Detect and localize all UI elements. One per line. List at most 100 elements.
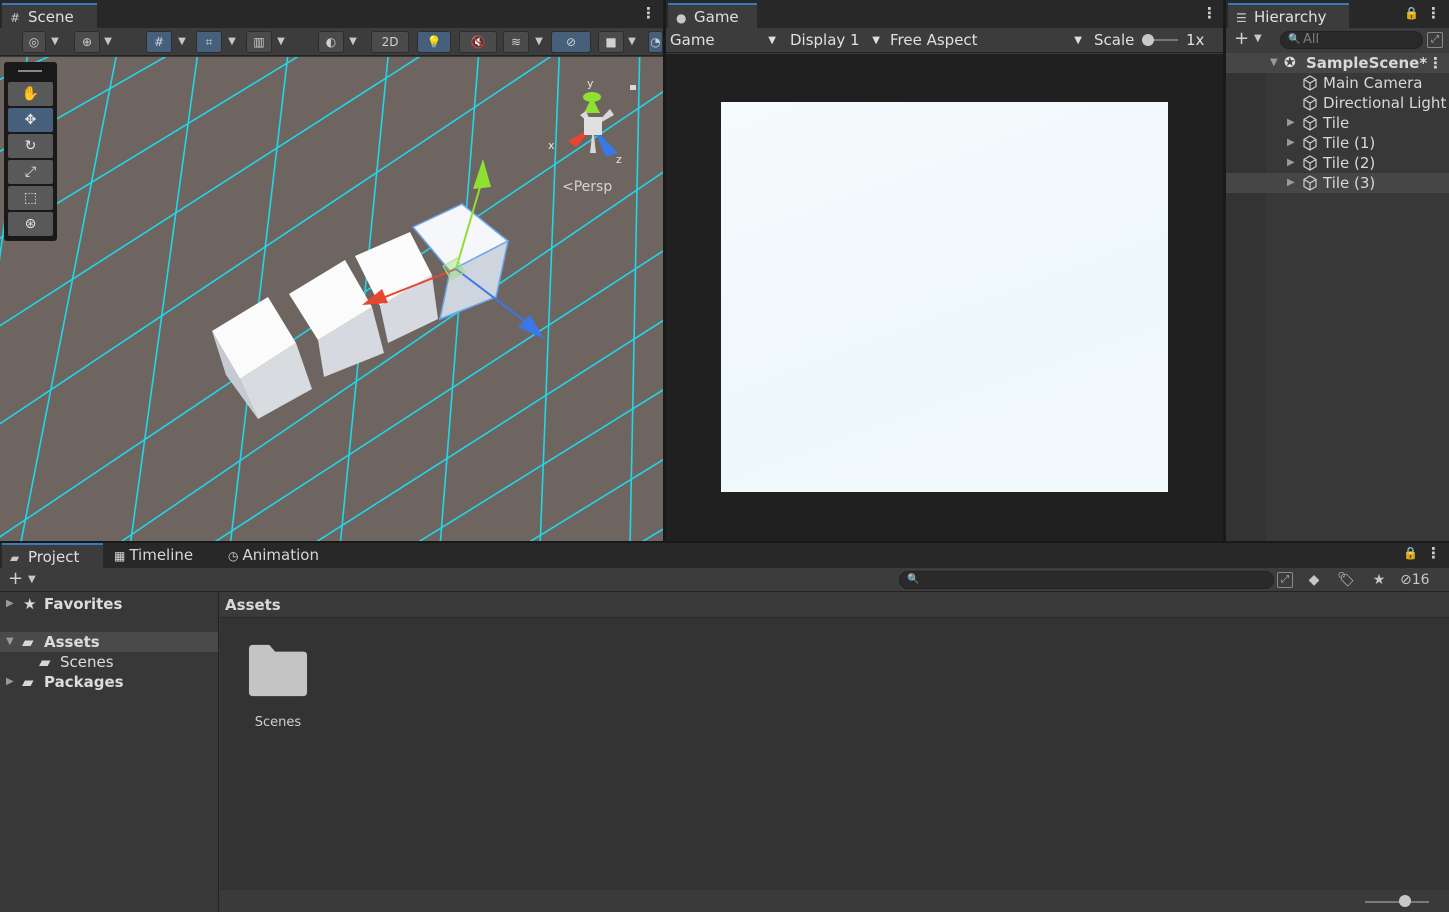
drag-handle-icon[interactable] bbox=[18, 70, 42, 72]
grid-visibility-icon[interactable]: ▥ bbox=[246, 31, 272, 53]
hierarchy-item-label: Tile bbox=[1323, 114, 1350, 132]
tree-item-favorites[interactable]: ▶ ★ Favorites bbox=[0, 594, 218, 614]
tree-item-scenes[interactable]: ▰ Scenes bbox=[0, 652, 218, 672]
transform-tool-icon[interactable]: ⊛ bbox=[8, 212, 53, 236]
add-dropdown-icon[interactable]: ▼ bbox=[1254, 33, 1262, 44]
expand-arrow-icon[interactable]: ▶ bbox=[6, 672, 14, 692]
camera-dropdown-icon[interactable]: ▼ bbox=[626, 31, 638, 53]
hierarchy-search-input[interactable]: 🔍 All bbox=[1280, 31, 1423, 49]
search-mode-icon[interactable]: ⤢ bbox=[1427, 32, 1443, 48]
folder-icon[interactable] bbox=[248, 642, 308, 698]
add-icon[interactable]: + bbox=[8, 568, 23, 590]
expand-arrow-icon[interactable]: ▶ bbox=[6, 594, 14, 614]
effects-icon[interactable]: ≋ bbox=[503, 31, 529, 53]
global-dropdown-icon[interactable]: ▼ bbox=[102, 31, 114, 53]
gizmo-y-label: y bbox=[587, 77, 594, 90]
snap-dropdown-icon[interactable]: ▼ bbox=[226, 31, 238, 53]
favorite-star-icon[interactable]: ★ bbox=[1368, 570, 1390, 590]
icon-size-slider[interactable] bbox=[1365, 901, 1429, 903]
hierarchy-item[interactable]: ▶ Tile (1) bbox=[1226, 133, 1449, 153]
scene-toolbar: ◎ ▼ ⊕ ▼ # ▼ ⌗ ▼ ▥ ▼ ◐ ▼ 2D 💡 🔇 ≋ ▼ ⊘ ■ ▼… bbox=[0, 28, 663, 56]
scene-menu-icon[interactable]: ⋮ bbox=[1428, 53, 1443, 73]
effects-dropdown-icon[interactable]: ▼ bbox=[533, 31, 545, 53]
expand-arrow-icon[interactable]: ▼ bbox=[6, 632, 14, 652]
hierarchy-item-selected[interactable]: ▶ Tile (3) bbox=[1226, 173, 1449, 193]
tab-scene[interactable]: # Scene bbox=[2, 3, 97, 28]
filter-by-type-icon[interactable]: ◆ bbox=[1303, 570, 1325, 590]
tab-project[interactable]: ▰ Project bbox=[2, 543, 103, 568]
aspect-select[interactable]: Free Aspect ▼ bbox=[886, 28, 1084, 53]
project-menu-icon[interactable]: ⋮ bbox=[1426, 546, 1441, 562]
scene-menu-icon[interactable]: ⋮ bbox=[641, 6, 656, 22]
expand-arrow-icon[interactable]: ▶ bbox=[1287, 153, 1295, 173]
lighting-toggle-icon[interactable]: 💡 bbox=[417, 31, 451, 53]
tree-item-label: Favorites bbox=[44, 595, 123, 613]
grid-visibility-dropdown-icon[interactable]: ▼ bbox=[275, 31, 287, 53]
move-tool-icon[interactable]: ✥ bbox=[8, 108, 53, 132]
eye-slash-icon: ⊘ bbox=[1400, 572, 1412, 588]
scene-row[interactable]: ▼ ✪ SampleScene* ⋮ bbox=[1226, 53, 1449, 73]
hierarchy-item[interactable]: ▶ Tile bbox=[1226, 113, 1449, 133]
projection-label[interactable]: <Persp bbox=[562, 179, 612, 195]
search-mode-icon[interactable]: ⤢ bbox=[1277, 572, 1293, 588]
view-select[interactable]: Game ▼ bbox=[666, 28, 778, 53]
scale-slider-knob[interactable] bbox=[1142, 34, 1154, 46]
tab-hierarchy[interactable]: ☰ Hierarchy bbox=[1228, 3, 1349, 28]
tree-item-packages[interactable]: ▶ ▰ Packages bbox=[0, 672, 218, 692]
gameobject-icon bbox=[1303, 95, 1317, 111]
add-icon[interactable]: + bbox=[1234, 28, 1249, 49]
shading-icon[interactable]: ◐ bbox=[318, 31, 344, 53]
game-viewport[interactable] bbox=[666, 54, 1223, 541]
project-search-input[interactable]: 🔍 bbox=[899, 571, 1274, 589]
lock-icon[interactable]: 🔒 bbox=[1404, 6, 1419, 20]
aspect-select-label: Free Aspect bbox=[890, 31, 978, 49]
folder-icon: ▰ bbox=[10, 551, 20, 565]
tree-item-assets[interactable]: ▼ ▰ Assets bbox=[0, 632, 218, 652]
hierarchy-item[interactable]: Directional Light bbox=[1226, 93, 1449, 113]
snap-increment-icon[interactable]: ⌗ bbox=[196, 31, 222, 53]
grid-snap-icon[interactable]: # bbox=[146, 31, 172, 53]
global-icon[interactable]: ⊕ bbox=[74, 31, 100, 53]
audio-toggle-icon[interactable]: 🔇 bbox=[459, 31, 497, 53]
add-dropdown-icon[interactable]: ▼ bbox=[28, 574, 36, 585]
grid-snap-dropdown-icon[interactable]: ▼ bbox=[176, 31, 188, 53]
assets-content: Assets Scenes bbox=[220, 592, 1449, 912]
mode-2d-button[interactable]: 2D bbox=[371, 31, 409, 53]
shading-dropdown-icon[interactable]: ▼ bbox=[347, 31, 359, 53]
draw-mode-dropdown-icon[interactable]: ▼ bbox=[49, 31, 61, 53]
hierarchy-item-label: Tile (2) bbox=[1323, 154, 1376, 172]
rotate-tool-icon[interactable]: ↻ bbox=[8, 134, 53, 158]
hierarchy-item[interactable]: Main Camera bbox=[1226, 73, 1449, 93]
scene-viewport[interactable]: y x z bbox=[0, 57, 663, 541]
camera-icon[interactable]: ■ bbox=[598, 31, 624, 53]
hand-tool-icon[interactable]: ✋ bbox=[8, 82, 53, 106]
asset-item-label[interactable]: Scenes bbox=[244, 715, 312, 730]
breadcrumb[interactable]: Assets bbox=[220, 592, 1449, 618]
rect-tool-icon[interactable]: ⬚ bbox=[8, 186, 53, 210]
tab-game[interactable]: ● Game bbox=[668, 3, 757, 28]
project-panel: ▰ Project ▦ Timeline ◷ Animation 🔒 ⋮ + ▼ 🔍 … bbox=[0, 543, 1449, 912]
lock-icon[interactable]: 🔒 bbox=[1403, 546, 1418, 560]
filter-by-label-icon[interactable]: 🏷 bbox=[1335, 570, 1357, 590]
expand-arrow-icon[interactable]: ▼ bbox=[1270, 53, 1278, 73]
search-placeholder: All bbox=[1303, 32, 1320, 47]
draw-mode-icon[interactable]: ◎ bbox=[22, 31, 46, 53]
game-menu-icon[interactable]: ⋮ bbox=[1202, 6, 1217, 22]
gizmo-lock-icon[interactable] bbox=[630, 85, 636, 90]
hierarchy-item-label: Tile (1) bbox=[1323, 134, 1376, 152]
hidden-packages-toggle[interactable]: ⊘16 bbox=[1400, 570, 1442, 590]
icon-size-slider-knob[interactable] bbox=[1399, 895, 1411, 907]
hierarchy-item[interactable]: ▶ Tile (2) bbox=[1226, 153, 1449, 173]
hierarchy-menu-icon[interactable]: ⋮ bbox=[1426, 6, 1441, 22]
tab-project-label: Project bbox=[28, 548, 80, 566]
expand-arrow-icon[interactable]: ▶ bbox=[1287, 113, 1295, 133]
display-select[interactable]: Display 1 ▼ bbox=[786, 28, 882, 53]
scene-panel: # Scene ⋮ ◎ ▼ ⊕ ▼ # ▼ ⌗ ▼ ▥ ▼ ◐ ▼ 2D 💡 🔇 … bbox=[0, 0, 663, 541]
expand-arrow-icon[interactable]: ▶ bbox=[1287, 133, 1295, 153]
tab-timeline[interactable]: ▦ Timeline bbox=[106, 543, 201, 568]
gizmos-icon[interactable]: ◔ bbox=[648, 31, 663, 53]
tab-animation[interactable]: ◷ Animation bbox=[220, 543, 327, 568]
scale-tool-icon[interactable]: ⤢ bbox=[8, 160, 53, 184]
hidden-objects-icon[interactable]: ⊘ bbox=[551, 31, 591, 53]
expand-arrow-icon[interactable]: ▶ bbox=[1287, 173, 1295, 193]
